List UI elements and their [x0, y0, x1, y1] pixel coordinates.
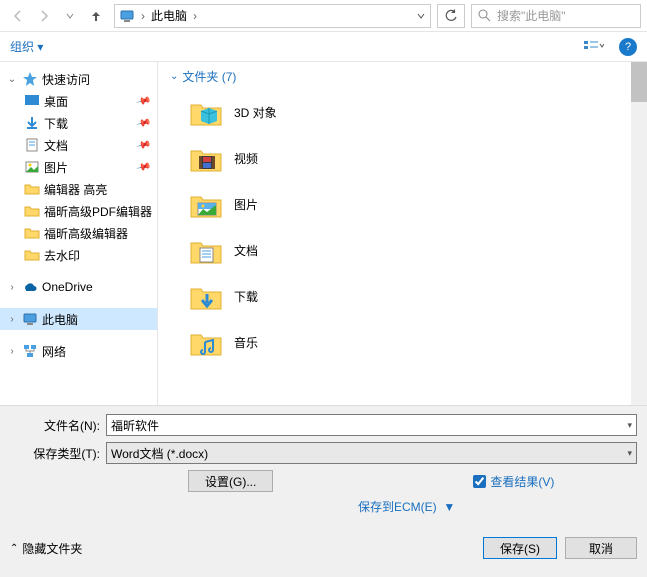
pin-icon: 📌 [135, 137, 151, 153]
tree-item-documents[interactable]: 文档📌 [0, 134, 157, 156]
tree-item-downloads[interactable]: 下载📌 [0, 112, 157, 134]
folder-music-icon [189, 325, 223, 359]
pin-icon: 📌 [135, 93, 151, 109]
save-panel: 文件名(N): 福昕软件▾ 保存类型(T): Word文档 (*.docx)▾ … [0, 405, 647, 577]
folder-videos[interactable]: 视频 [170, 137, 635, 179]
tree-thispc[interactable]: ›此电脑 [0, 308, 157, 330]
tree-item-desktop[interactable]: 桌面📌 [0, 90, 157, 112]
filename-input[interactable]: 福昕软件▾ [106, 414, 637, 436]
filename-label: 文件名(N): [10, 417, 106, 434]
view-options-button[interactable] [577, 36, 611, 58]
folder-icon [24, 203, 40, 219]
thispc-icon [119, 8, 135, 24]
search-placeholder: 搜索"此电脑" [497, 7, 566, 24]
network-icon [22, 343, 38, 359]
hide-folders-toggle[interactable]: ⌃隐藏文件夹 [10, 540, 82, 557]
help-button[interactable]: ? [619, 38, 637, 56]
folder-documents-icon [189, 233, 223, 267]
tree-quick-access[interactable]: ⌄ 快速访问 [0, 68, 157, 90]
address-bar[interactable]: › 此电脑 › [114, 4, 431, 28]
star-icon [22, 71, 38, 87]
folder-3d-objects[interactable]: 3D 对象 [170, 91, 635, 133]
chevron-down-icon[interactable]: ▾ [627, 420, 632, 431]
recent-dropdown[interactable] [58, 4, 82, 28]
tree-item-folder[interactable]: 福昕高级PDF编辑器 [0, 200, 157, 222]
folder-icon [24, 225, 40, 241]
folder-downloads-icon [189, 279, 223, 313]
folder-3d-icon [189, 95, 223, 129]
back-button[interactable] [6, 4, 30, 28]
folder-video-icon [189, 141, 223, 175]
content-pane: ⌄ 文件夹 (7) 3D 对象 视频 图片 文档 下载 音乐 [158, 62, 647, 405]
refresh-button[interactable] [437, 4, 465, 28]
organize-menu[interactable]: 组织 ▾ [10, 38, 43, 55]
pin-icon: 📌 [135, 159, 151, 175]
save-button[interactable]: 保存(S) [483, 537, 557, 559]
tree-item-folder[interactable]: 编辑器 高亮 [0, 178, 157, 200]
search-box[interactable]: 搜索"此电脑" [471, 4, 641, 28]
tree-network[interactable]: ›网络 [0, 340, 157, 362]
chevron-down-icon[interactable]: ▾ [627, 448, 632, 459]
navigation-tree: ⌄ 快速访问 桌面📌 下载📌 文档📌 图片📌 编辑器 高亮 福昕高级PDF编辑器… [0, 62, 158, 405]
folder-pictures[interactable]: 图片 [170, 183, 635, 225]
pin-icon: 📌 [135, 115, 151, 131]
documents-icon [24, 137, 40, 153]
filetype-label: 保存类型(T): [10, 445, 106, 462]
tree-item-pictures[interactable]: 图片📌 [0, 156, 157, 178]
command-bar: 组织 ▾ ? [0, 32, 647, 62]
folder-pictures-icon [189, 187, 223, 221]
explorer-body: ⌄ 快速访问 桌面📌 下载📌 文档📌 图片📌 编辑器 高亮 福昕高级PDF编辑器… [0, 62, 647, 405]
tree-item-folder[interactable]: 福昕高级编辑器 [0, 222, 157, 244]
cancel-button[interactable]: 取消 [565, 537, 637, 559]
breadcrumb-thispc[interactable]: 此电脑 [151, 7, 187, 24]
view-result-checkbox[interactable]: 查看结果(V) [473, 473, 554, 490]
folder-downloads[interactable]: 下载 [170, 275, 635, 317]
downloads-icon [24, 115, 40, 131]
chevron-down-icon[interactable] [416, 11, 426, 21]
thispc-icon [22, 311, 38, 327]
desktop-icon [24, 93, 40, 109]
forward-button[interactable] [32, 4, 56, 28]
nav-toolbar: › 此电脑 › 搜索"此电脑" [0, 0, 647, 32]
content-scrollbar[interactable] [631, 62, 647, 405]
group-header-folders[interactable]: ⌄ 文件夹 (7) [170, 68, 635, 85]
search-icon [478, 9, 491, 22]
save-ecm-dropdown[interactable]: 保存到ECM(E) ▼ [358, 498, 455, 515]
tree-onedrive[interactable]: ›OneDrive [0, 276, 157, 298]
folder-music[interactable]: 音乐 [170, 321, 635, 363]
pictures-icon [24, 159, 40, 175]
tree-item-folder[interactable]: 去水印 [0, 244, 157, 266]
up-button[interactable] [84, 4, 108, 28]
folder-icon [24, 181, 40, 197]
folder-icon [24, 247, 40, 263]
folder-documents[interactable]: 文档 [170, 229, 635, 271]
cloud-icon [22, 279, 38, 295]
filetype-select[interactable]: Word文档 (*.docx)▾ [106, 442, 637, 464]
settings-button[interactable]: 设置(G)... [188, 470, 273, 492]
